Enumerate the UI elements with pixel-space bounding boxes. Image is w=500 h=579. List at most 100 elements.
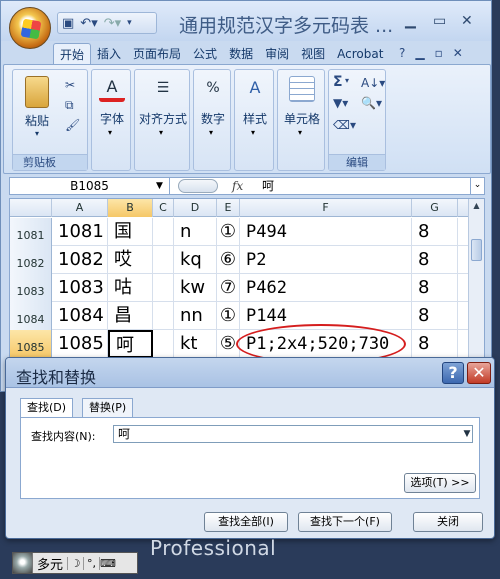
tab-find[interactable]: 查找(D) bbox=[20, 398, 74, 418]
paste-button[interactable]: 粘贴 ▾ bbox=[19, 76, 55, 138]
cell-a[interactable]: 1082 bbox=[52, 246, 108, 274]
find-select-icon[interactable]: 🔍▾ bbox=[361, 96, 382, 110]
office-button[interactable] bbox=[9, 7, 51, 49]
options-button[interactable]: 选项(T) >> bbox=[404, 473, 476, 493]
save-icon[interactable]: ▣ bbox=[62, 17, 74, 30]
column-header-c[interactable]: C bbox=[153, 199, 174, 217]
cell-e[interactable]: ⑦ bbox=[217, 274, 240, 302]
ribbon-close-icon[interactable]: ✕ bbox=[453, 46, 463, 60]
cell-g[interactable]: 8 bbox=[412, 246, 458, 274]
cut-icon[interactable]: ✂ bbox=[65, 78, 75, 92]
tab-data[interactable]: 数据 bbox=[223, 43, 259, 65]
cell-c[interactable] bbox=[153, 274, 174, 302]
column-header-a[interactable]: A bbox=[52, 199, 108, 217]
cell-d[interactable]: n bbox=[174, 218, 217, 246]
tab-review[interactable]: 审阅 bbox=[259, 43, 295, 65]
cell-d[interactable]: nn bbox=[174, 302, 217, 330]
cell-e[interactable]: ① bbox=[217, 218, 240, 246]
row-header[interactable]: 1083 bbox=[10, 274, 52, 302]
close-icon[interactable]: ✕ bbox=[461, 13, 473, 29]
find-all-button[interactable]: 查找全部(I) bbox=[204, 512, 288, 532]
name-box[interactable]: B1085 bbox=[10, 178, 170, 194]
cell-c[interactable] bbox=[153, 302, 174, 330]
active-cell-b[interactable]: 呵 bbox=[108, 330, 153, 358]
cell-g[interactable]: 8 bbox=[412, 274, 458, 302]
redo-icon[interactable]: ↷▾ bbox=[104, 17, 121, 30]
dialog-help-button[interactable]: ? bbox=[442, 362, 464, 384]
help-icon[interactable]: ? bbox=[399, 46, 405, 60]
autosum-dropdown-icon[interactable]: ▾ bbox=[345, 76, 349, 85]
scroll-thumb[interactable] bbox=[471, 239, 482, 261]
cell-a[interactable]: 1085 bbox=[52, 330, 108, 358]
cell-f[interactable]: P494 bbox=[240, 218, 412, 246]
cell-b[interactable]: 咕 bbox=[108, 274, 153, 302]
column-header-e[interactable]: E bbox=[217, 199, 240, 217]
cell-g[interactable]: 8 bbox=[412, 302, 458, 330]
tab-insert[interactable]: 插入 bbox=[91, 43, 127, 65]
styles-group[interactable]: A 样式 ▾ bbox=[234, 69, 274, 171]
cell-f[interactable]: P1;2x4;520;730 bbox=[240, 330, 412, 358]
column-header-g[interactable]: G bbox=[412, 199, 458, 217]
name-box-dropdown-icon[interactable]: ▼ bbox=[156, 178, 163, 194]
column-header-b[interactable]: B bbox=[108, 199, 153, 217]
sort-filter-icon[interactable]: A↓▾ bbox=[361, 76, 385, 90]
cell-d[interactable]: kw bbox=[174, 274, 217, 302]
cell-e[interactable]: ⑥ bbox=[217, 246, 240, 274]
cell-d[interactable]: kt bbox=[174, 330, 217, 358]
fill-icon[interactable]: ▼▾ bbox=[333, 96, 348, 110]
soft-keyboard-icon[interactable]: ⌨ bbox=[99, 556, 116, 570]
column-header-d[interactable]: D bbox=[174, 199, 217, 217]
ime-toolbar[interactable]: 多元 ☽ °, ⌨ bbox=[12, 552, 138, 574]
cell-b[interactable]: 国 bbox=[108, 218, 153, 246]
cell-c[interactable] bbox=[153, 218, 174, 246]
tab-page-layout[interactable]: 页面布局 bbox=[127, 43, 187, 65]
ime-mode-label[interactable]: 多元 bbox=[33, 554, 67, 573]
column-header-f[interactable]: F bbox=[240, 199, 412, 217]
cell-c[interactable] bbox=[153, 246, 174, 274]
ribbon-restore-icon[interactable]: ▫ bbox=[435, 46, 443, 60]
font-group[interactable]: A 字体 ▾ bbox=[91, 69, 131, 171]
cell-f[interactable]: P2 bbox=[240, 246, 412, 274]
cell-e[interactable]: ⑤ bbox=[217, 330, 240, 358]
cell-g[interactable]: 8 bbox=[412, 330, 458, 358]
format-painter-icon[interactable]: 🖌 bbox=[65, 118, 80, 132]
cell-a[interactable]: 1081 bbox=[52, 218, 108, 246]
tab-home[interactable]: 开始 bbox=[53, 43, 92, 65]
cell-e[interactable]: ① bbox=[217, 302, 240, 330]
row-header[interactable]: 1085 bbox=[10, 330, 52, 358]
formula-input[interactable]: 呵 bbox=[262, 178, 274, 194]
clear-icon[interactable]: ⌫▾ bbox=[333, 118, 356, 132]
cell-a[interactable]: 1083 bbox=[52, 274, 108, 302]
halfwidth-moon-icon[interactable]: ☽ bbox=[67, 556, 83, 570]
cell-d[interactable]: kq bbox=[174, 246, 217, 274]
cell-c[interactable] bbox=[153, 330, 174, 358]
find-next-button[interactable]: 查找下一个(F) bbox=[298, 512, 392, 532]
maximize-icon[interactable]: ▭ bbox=[433, 13, 446, 29]
copy-icon[interactable]: ⧉ bbox=[65, 98, 74, 113]
find-what-dropdown-icon[interactable]: ▼ bbox=[461, 426, 473, 442]
cell-g[interactable]: 8 bbox=[412, 218, 458, 246]
tab-formulas[interactable]: 公式 bbox=[187, 43, 223, 65]
expand-formula-bar-icon[interactable]: ⌄ bbox=[470, 178, 484, 194]
ribbon-minimize-icon[interactable]: ▁ bbox=[415, 46, 424, 60]
scroll-up-icon[interactable]: ▲ bbox=[469, 201, 484, 210]
cell-f[interactable]: P462 bbox=[240, 274, 412, 302]
autosum-icon[interactable]: Σ bbox=[333, 74, 343, 90]
close-button[interactable]: 关闭 bbox=[413, 512, 483, 532]
formula-bar-grip[interactable] bbox=[178, 179, 218, 193]
punctuation-icon[interactable]: °, bbox=[83, 556, 99, 570]
tab-view[interactable]: 视图 bbox=[295, 43, 331, 65]
number-group[interactable]: % 数字 ▾ bbox=[193, 69, 231, 171]
insert-function-icon[interactable]: fx bbox=[232, 178, 243, 194]
cell-a[interactable]: 1084 bbox=[52, 302, 108, 330]
cells-group[interactable]: 单元格 ▾ bbox=[277, 69, 325, 171]
customize-qat-icon[interactable]: ▾ bbox=[127, 18, 132, 28]
cell-f[interactable]: P144 bbox=[240, 302, 412, 330]
minimize-icon[interactable]: ▁ bbox=[405, 13, 416, 29]
find-what-input[interactable]: 呵 bbox=[113, 425, 473, 443]
tab-acrobat[interactable]: Acrobat bbox=[331, 43, 389, 65]
alignment-group[interactable]: ☰ 对齐方式 ▾ bbox=[134, 69, 190, 171]
select-all-corner[interactable] bbox=[10, 199, 52, 217]
dialog-close-button[interactable]: ✕ bbox=[467, 362, 491, 384]
row-header[interactable]: 1084 bbox=[10, 302, 52, 330]
